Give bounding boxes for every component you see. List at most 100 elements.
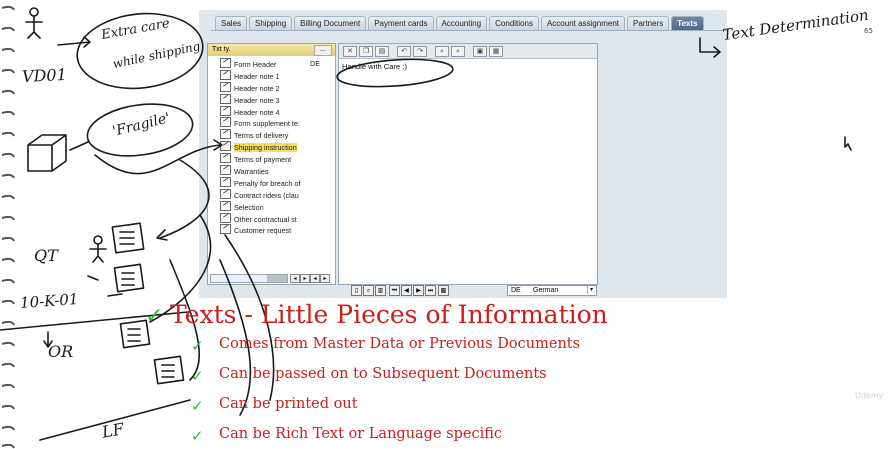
text-type-list: Txt ty. ... Form Header DE Header note 1 …	[207, 43, 336, 285]
note-or: OR	[48, 342, 74, 361]
note-qt: QT	[34, 246, 58, 265]
bullet-check-icon: ✓	[191, 427, 204, 445]
list-item[interactable]: Contract riders (clau	[220, 188, 335, 201]
note-text-determination: Text Determination	[721, 5, 870, 45]
text-edit-icon	[220, 188, 231, 199]
text-editor-content[interactable]: Handle with Care :)	[342, 62, 407, 71]
bullet-3: Can be printed out	[219, 396, 358, 412]
list-item[interactable]: Penalty for breach of	[220, 176, 335, 189]
list-item[interactable]: Header note 2	[220, 81, 335, 94]
editor-toolbar: ✕ ❐ ▤ ↶ ↷ ⌕ ⌕ ▣ ▦	[339, 44, 597, 59]
next-page-icon[interactable]: ▶	[413, 285, 424, 296]
tab-strip: Sales Shipping Billing Document Payment …	[215, 16, 704, 31]
first-page-icon[interactable]: ⏮	[389, 285, 400, 296]
tab-divider	[211, 30, 727, 31]
trash-icon[interactable]: ▥	[375, 285, 386, 296]
text-edit-icon	[220, 141, 231, 152]
list-item[interactable]: Terms of delivery	[220, 129, 335, 141]
language-select[interactable]: DE German ▾	[507, 285, 597, 296]
language-name: German	[533, 287, 559, 294]
bullet-1: Comes from Master Data or Previous Docum…	[219, 336, 581, 352]
bullet-check-icon: ✓	[191, 337, 204, 355]
list-item[interactable]: Other contractual st	[220, 212, 335, 225]
tab-payment-cards[interactable]: Payment cards	[368, 16, 434, 31]
text-edit-icon	[220, 69, 231, 80]
language-code: DE	[310, 59, 320, 68]
print-icon[interactable]: ▦	[489, 46, 503, 57]
copy-icon[interactable]: ❐	[359, 46, 373, 57]
list-item[interactable]: Header note 4	[220, 105, 335, 118]
text-edit-icon	[220, 153, 231, 164]
tab-shipping[interactable]: Shipping	[249, 16, 293, 31]
list-item[interactable]: Selection	[220, 200, 335, 213]
bullet-2: Can be passed on to Subsequent Documents	[219, 366, 547, 382]
find-next-icon[interactable]: ⌕	[451, 46, 465, 57]
tab-sales[interactable]: Sales	[215, 16, 248, 31]
editor-status-bar: ▯ ⌕ ▥ ⏮ ◀ ▶ ⏭ ▩ DE German ▾	[338, 285, 597, 297]
list-item[interactable]: Header note 3	[220, 93, 335, 106]
text-edit-icon	[220, 165, 231, 176]
zoom-icon[interactable]: ⌕	[363, 285, 374, 296]
list-item[interactable]: Form supplement te:	[220, 117, 335, 129]
prev-page-icon[interactable]: ◀	[401, 285, 412, 296]
last-page-icon[interactable]: ⏭	[425, 285, 436, 296]
scrollbar-thumb[interactable]	[267, 275, 287, 282]
tab-conditions[interactable]: Conditions	[489, 16, 539, 31]
text-edit-icon	[220, 105, 231, 116]
tab-texts[interactable]: Texts	[671, 16, 704, 31]
note-fragile: 'Fragile'	[110, 110, 172, 140]
tab-billing-document[interactable]: Billing Document	[294, 16, 367, 31]
page-number: 65	[864, 27, 873, 35]
watermark: Udemy	[855, 391, 884, 400]
tab-accounting[interactable]: Accounting	[435, 16, 488, 31]
redo-icon[interactable]: ↷	[413, 46, 427, 57]
slide-title: Texts - Little Pieces of Information	[170, 300, 608, 329]
save-icon[interactable]: ▣	[473, 46, 487, 57]
text-edit-icon	[220, 224, 231, 235]
note-while-shipping: while shipping	[111, 38, 202, 72]
scroll-right-icon[interactable]: ▸	[300, 274, 310, 283]
horizontal-scrollbar[interactable]	[210, 274, 288, 283]
spiral-binding	[1, 5, 15, 449]
list-item[interactable]: Customer request	[220, 224, 335, 236]
scroll-left-icon[interactable]: ◂	[290, 274, 300, 283]
text-type-column-header: Txt ty.	[212, 46, 231, 53]
text-edit-icon	[220, 129, 231, 140]
text-edit-icon	[220, 212, 231, 223]
list-item[interactable]: Header note 1	[220, 69, 335, 82]
note-vd01: VD01	[21, 64, 68, 87]
undo-icon[interactable]: ↶	[397, 46, 411, 57]
text-edit-icon	[220, 176, 231, 187]
tab-account-assignment[interactable]: Account assignment	[540, 16, 625, 31]
list-item[interactable]: Terms of payment	[220, 153, 335, 165]
note-10-k-01: 10-K-01	[19, 289, 79, 313]
text-edit-icon	[220, 81, 231, 92]
find-icon[interactable]: ⌕	[435, 46, 449, 57]
delete-icon[interactable]: ✕	[343, 46, 357, 57]
column-options-button[interactable]: ...	[314, 45, 332, 56]
dropdown-icon: ▾	[587, 286, 595, 294]
list-item-selected[interactable]: Shipping instruction	[220, 141, 335, 153]
note-lf: LF	[100, 419, 126, 442]
paste-icon[interactable]: ▤	[375, 46, 389, 57]
settings-icon[interactable]: ▩	[438, 285, 449, 296]
text-edit-icon	[220, 58, 231, 68]
note-extra-care: Extra care	[100, 16, 171, 43]
new-page-icon[interactable]: ▯	[351, 285, 362, 296]
list-item[interactable]: Warranties	[220, 165, 335, 177]
text-type-rows: Form Header DE Header note 1 Header note …	[220, 58, 335, 236]
scroll-first-icon[interactable]: ◂	[310, 274, 320, 283]
list-item[interactable]: Form Header DE	[220, 58, 335, 70]
text-type-list-header: Txt ty. ...	[208, 44, 335, 56]
bullet-check-icon: ✓	[191, 367, 204, 385]
title-check-icon: ✓	[145, 304, 164, 329]
scroll-last-icon[interactable]: ▸	[320, 274, 330, 283]
bullet-4: Can be Rich Text or Language specific	[219, 426, 502, 442]
text-edit-icon	[220, 200, 231, 211]
text-edit-icon	[220, 93, 231, 104]
text-edit-icon	[220, 117, 231, 128]
text-editor-panel: ✕ ❐ ▤ ↶ ↷ ⌕ ⌕ ▣ ▦ Handle with Care :)	[338, 43, 598, 285]
tab-partners[interactable]: Partners	[627, 16, 670, 31]
bullet-check-icon: ✓	[191, 397, 204, 415]
language-code: DE	[511, 287, 521, 294]
